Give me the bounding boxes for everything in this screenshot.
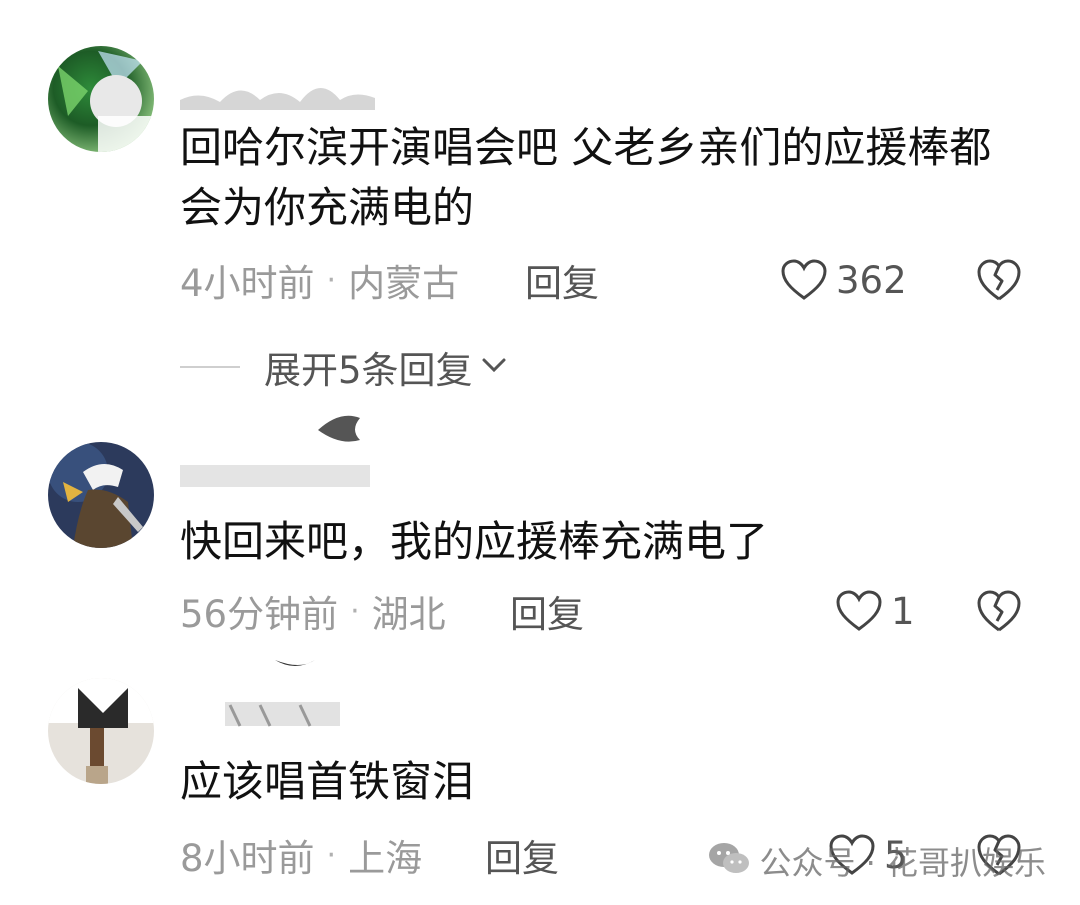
- username-obscured[interactable]: [180, 660, 380, 727]
- avatar[interactable]: [48, 442, 154, 548]
- reply-button[interactable]: 回复: [510, 584, 584, 638]
- comment-location: 上海: [348, 837, 423, 880]
- expand-replies-label: 展开5条回复: [264, 349, 473, 392]
- comment-time: 8小时前: [180, 837, 315, 880]
- comment-text: 回哈尔滨开演唱会吧 父老乡亲们的应援棒都会为你充满电的: [180, 123, 992, 232]
- meta-separator: ·: [326, 837, 337, 873]
- broken-heart-icon: [976, 257, 1022, 303]
- comment-location: 湖北: [371, 593, 446, 636]
- like-button[interactable]: 362: [780, 258, 907, 302]
- comment-time: 4小时前: [180, 262, 315, 305]
- watermark: 公众号 · 花哥扒娱乐: [707, 838, 1046, 884]
- meta-separator: ·: [326, 262, 337, 298]
- comment-text: 快回来吧，我的应援棒充满电了: [180, 517, 769, 566]
- expand-replies-button[interactable]: 展开5条回复: [180, 340, 509, 394]
- avatar[interactable]: [48, 678, 154, 784]
- dislike-button[interactable]: [976, 588, 1022, 634]
- username-obscured[interactable]: [180, 410, 380, 487]
- wechat-icon: [707, 841, 759, 881]
- meta-separator: ·: [350, 593, 360, 629]
- comment-time: 56分钟前: [180, 593, 339, 636]
- reply-button[interactable]: 回复: [525, 253, 599, 307]
- watermark-text: 公众号 · 花哥扒娱乐: [759, 844, 1046, 882]
- like-count: 362: [836, 258, 907, 302]
- heart-outline-icon: [835, 589, 883, 633]
- broken-heart-icon: [976, 588, 1022, 634]
- username-obscured[interactable]: [180, 60, 380, 110]
- like-count: 1: [891, 589, 915, 633]
- comment-text: 应该唱首铁窗泪: [180, 757, 475, 806]
- chevron-down-icon: [473, 350, 509, 384]
- comment-meta: 4小时前 · 内蒙古 回复 362: [180, 255, 1040, 305]
- comment-location: 内蒙古: [348, 262, 460, 305]
- reply-button[interactable]: 回复: [485, 828, 559, 882]
- avatar[interactable]: [48, 46, 154, 152]
- divider: [180, 366, 240, 368]
- dislike-button[interactable]: [976, 257, 1022, 303]
- like-button[interactable]: 1: [835, 589, 915, 633]
- heart-outline-icon: [780, 258, 828, 302]
- comment-meta: 56分钟前 · 湖北 回复 1: [180, 586, 1040, 636]
